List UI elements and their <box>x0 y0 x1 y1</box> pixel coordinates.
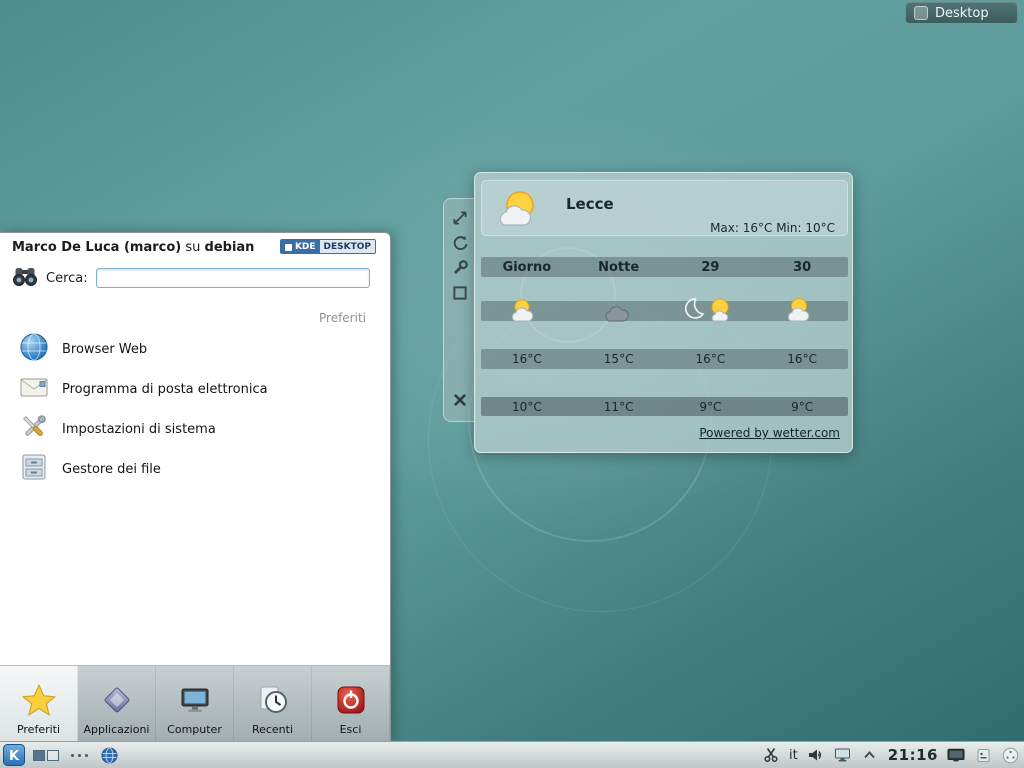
kickoff-menu: Marco De Luca (marco) su debian KDE DESK… <box>0 232 391 741</box>
menu-item-label: Programma di posta elettronica <box>62 382 268 397</box>
browser-globe-icon[interactable] <box>100 746 118 764</box>
tab-esci[interactable]: Esci <box>312 666 390 741</box>
kickoff-tab-bar: Preferiti Applicazioni Computer Recenti <box>0 665 390 741</box>
weather-col: 30 <box>756 260 848 275</box>
virtual-desktop-pager[interactable] <box>33 750 59 761</box>
taskbar-panel: K it 21:16 <box>0 741 1024 768</box>
tab-recenti[interactable]: Recenti <box>234 666 312 741</box>
weather-max-min: Max: 16°C Min: 10°C <box>710 221 835 235</box>
night-temp: 10°C <box>481 400 573 414</box>
desktop-background: Desktop Lecce Max: <box>0 0 1024 768</box>
star-icon <box>22 684 56 720</box>
day-temp: 15°C <box>573 352 665 366</box>
menu-item-label: Gestore dei file <box>62 462 161 477</box>
weather-widget-handle[interactable] <box>443 198 476 422</box>
menu-item-email[interactable]: Programma di posta elettronica <box>0 369 390 409</box>
weather-col: Giorno <box>481 260 573 275</box>
weather-current-icon <box>490 185 558 237</box>
maximize-icon[interactable] <box>451 284 469 302</box>
weather-night-temps: 10°C 11°C 9°C 9°C <box>481 397 848 416</box>
kde-menu-button[interactable]: K <box>3 744 25 766</box>
svg-text:K: K <box>9 749 20 764</box>
weather-column-headers: Giorno Notte 29 30 <box>481 257 848 277</box>
system-tray: it 21:16 <box>762 746 1024 764</box>
recent-clock-icon <box>257 684 289 720</box>
kde-desktop-badge: KDE DESKTOP <box>280 239 376 254</box>
weather-city: Lecce <box>566 195 614 213</box>
toolbox-label: Desktop <box>935 6 989 21</box>
day-temp: 16°C <box>756 352 848 366</box>
close-icon[interactable] <box>451 391 469 409</box>
digital-clock[interactable]: 21:16 <box>888 746 938 764</box>
night-temp: 9°C <box>756 400 848 414</box>
tray-misc-icon[interactable] <box>974 746 992 764</box>
night-temp: 9°C <box>665 400 757 414</box>
menu-item-browser-web[interactable]: Browser Web <box>0 329 390 369</box>
weather-attribution-link[interactable]: Powered by wetter.com <box>699 426 840 440</box>
kde-badge-right: DESKTOP <box>320 240 375 253</box>
partly-cloudy-icon <box>756 297 848 323</box>
pager-desktop-2[interactable] <box>47 750 59 761</box>
tray-expand-arrow-icon[interactable] <box>861 746 879 764</box>
tab-label: Preferiti <box>17 723 60 736</box>
weather-widget: Lecce Max: 16°C Min: 10°C Giorno Notte 2… <box>474 172 853 453</box>
computer-icon <box>179 684 211 720</box>
night-temp: 11°C <box>573 400 665 414</box>
tab-label: Computer <box>167 723 222 736</box>
tools-icon <box>18 411 50 447</box>
toolbox-icon <box>914 6 928 20</box>
panel-cashew-icon[interactable] <box>1001 746 1019 764</box>
tab-label: Applicazioni <box>84 723 150 736</box>
configure-wrench-icon[interactable] <box>451 259 469 277</box>
day-temp: 16°C <box>481 352 573 366</box>
binoculars-icon <box>12 265 38 291</box>
mail-icon <box>18 371 50 407</box>
web-browser-icon <box>18 331 50 367</box>
rotate-icon[interactable] <box>451 234 469 252</box>
user-name: Marco De Luca (marco) <box>12 240 181 255</box>
volume-icon[interactable] <box>807 746 825 764</box>
kickoff-user-line: Marco De Luca (marco) su debian KDE DESK… <box>0 233 390 261</box>
resize-icon[interactable] <box>451 209 469 227</box>
tab-applicazioni[interactable]: Applicazioni <box>78 666 156 741</box>
weather-day-temps: 16°C 15°C 16°C 16°C <box>481 349 848 369</box>
day-temp: 16°C <box>665 352 757 366</box>
device-notifier-icon[interactable] <box>834 746 852 764</box>
power-icon <box>335 684 367 720</box>
weather-forecast-icons <box>481 285 848 323</box>
tab-preferiti[interactable]: Preferiti <box>0 666 78 741</box>
panel-left-cluster: K <box>0 744 118 766</box>
cloudy-icon <box>573 297 665 323</box>
weather-header: Lecce Max: 16°C Min: 10°C <box>481 180 848 236</box>
section-header-preferiti: Preferiti <box>319 311 366 325</box>
tab-label: Recenti <box>252 723 293 736</box>
kde-badge-left: KDE <box>281 240 320 253</box>
weather-col: 29 <box>665 260 757 275</box>
search-label: Cerca: <box>46 271 88 286</box>
host-name: debian <box>205 240 255 255</box>
favorites-list: Browser Web Programma di posta elettroni… <box>0 329 390 489</box>
weather-col: Notte <box>573 260 665 275</box>
tab-computer[interactable]: Computer <box>156 666 234 741</box>
applications-icon <box>101 684 133 720</box>
desktop-toolbox[interactable]: Desktop <box>905 2 1018 24</box>
menu-item-file-manager[interactable]: Gestore dei file <box>0 449 390 489</box>
panel-overflow-dots[interactable] <box>67 754 92 757</box>
kde-logo-icon <box>285 244 292 251</box>
pager-desktop-1[interactable] <box>33 750 45 761</box>
menu-item-system-settings[interactable]: Impostazioni di sistema <box>0 409 390 449</box>
file-manager-icon <box>18 451 50 487</box>
tab-label: Esci <box>340 723 362 736</box>
display-icon[interactable] <box>947 746 965 764</box>
search-input[interactable] <box>96 268 370 288</box>
menu-item-label: Impostazioni di sistema <box>62 422 216 437</box>
klipper-scissors-icon[interactable] <box>762 746 780 764</box>
user-connector: su <box>185 240 200 255</box>
moon-sun-icon <box>665 295 757 323</box>
kickoff-search-row: Cerca: <box>0 263 390 293</box>
menu-item-label: Browser Web <box>62 342 147 357</box>
keyboard-layout-indicator[interactable]: it <box>789 748 798 763</box>
partly-cloudy-icon <box>481 297 573 323</box>
